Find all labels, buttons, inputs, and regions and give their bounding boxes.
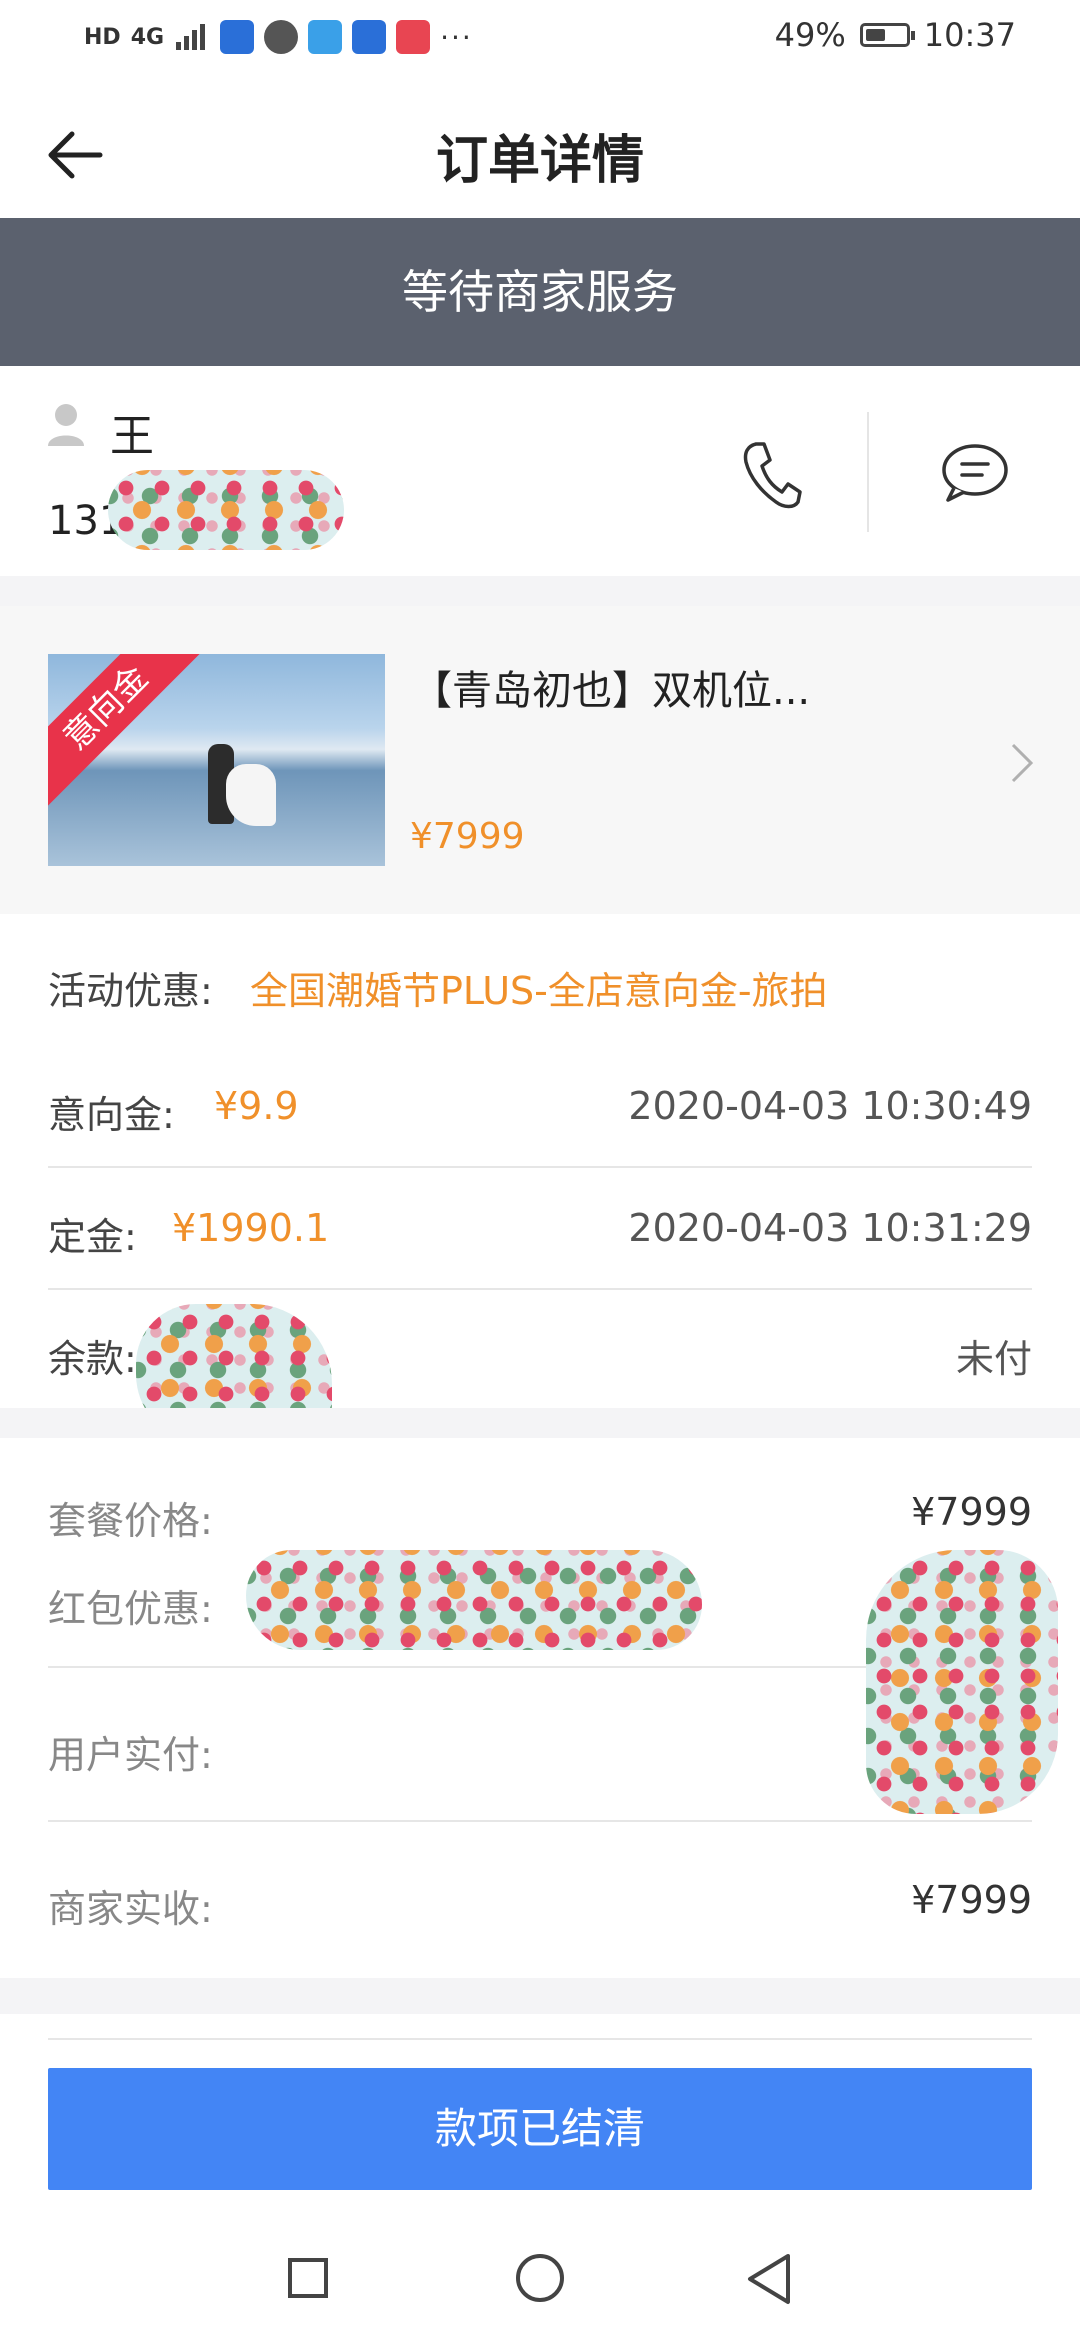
person-icon xyxy=(48,404,84,446)
red-packet-label: 红包优惠: xyxy=(48,1587,213,1631)
divider xyxy=(48,1288,1032,1290)
product-thumbnail: 意向金 xyxy=(48,654,385,866)
battery-icon xyxy=(859,23,915,47)
intent-deposit-time: 2020-04-03 10:30:49 xyxy=(628,1084,1032,1128)
intent-deposit-label: 意向金: xyxy=(48,1093,175,1137)
app-notification-icon xyxy=(352,20,387,54)
phone-icon[interactable] xyxy=(740,438,802,510)
hd-indicator: HD xyxy=(84,24,121,50)
system-nav-bar xyxy=(0,2220,1080,2340)
package-price-label: 套餐价格: xyxy=(48,1499,213,1543)
recent-apps-icon[interactable] xyxy=(288,2258,328,2298)
app-notification-icon xyxy=(308,20,343,54)
package-price-value: ¥7999 xyxy=(911,1490,1032,1534)
battery-level xyxy=(865,29,885,41)
redacted-red-packet xyxy=(246,1550,702,1650)
redacted-user-paid xyxy=(866,1550,1058,1814)
product-price: ¥7999 xyxy=(410,816,525,857)
section-gap xyxy=(0,576,1080,606)
status-right: 49% 10:37 xyxy=(775,16,1016,54)
product-card[interactable]: 意向金 【青岛初也】双机位... ¥7999 xyxy=(0,606,1080,914)
deposit-label: 定金: xyxy=(48,1215,137,1259)
bride-figure xyxy=(226,764,276,826)
clock: 10:37 xyxy=(923,16,1016,54)
balance-label: 余款: xyxy=(48,1337,137,1381)
back-icon[interactable] xyxy=(744,2252,794,2306)
chevron-right-icon xyxy=(1011,743,1034,783)
book-app-icon xyxy=(396,20,431,54)
deposit-time: 2020-04-03 10:31:29 xyxy=(628,1206,1032,1250)
price-summary: 套餐价格: ¥7999 红包优惠: 用户实付: 商家实收: ¥7999 xyxy=(0,1438,1080,1978)
battery-percent: 49% xyxy=(774,16,846,54)
order-status-banner: 等待商家服务 xyxy=(0,218,1080,366)
balance-status: 未付 xyxy=(955,1337,1032,1381)
payment-settled-button[interactable]: 款项已结清 xyxy=(48,2068,1032,2190)
network-indicator: 4G xyxy=(130,24,165,50)
promo-label: 活动优惠: xyxy=(48,969,213,1013)
divider xyxy=(48,2038,1032,2040)
redacted-phone xyxy=(108,470,344,550)
wechat-icon xyxy=(264,20,299,54)
section-gap xyxy=(0,1978,1080,2014)
status-left: HD 4G ··· xyxy=(84,20,473,54)
divider xyxy=(48,1166,1032,1168)
home-icon[interactable] xyxy=(516,2254,564,2302)
merchant-received-value: ¥7999 xyxy=(911,1878,1032,1922)
customer-contact: 王 131 xyxy=(0,366,1080,576)
contact-divider xyxy=(867,412,869,532)
user-paid-label: 用户实付: xyxy=(48,1733,213,1777)
section-gap xyxy=(0,1408,1080,1438)
customer-name: 王 xyxy=(110,411,154,462)
divider xyxy=(48,1820,1032,1822)
promo-value: 全国潮婚节PLUS-全店意向金-旅拍 xyxy=(250,969,828,1013)
payment-section: 活动优惠: 全国潮婚节PLUS-全店意向金-旅拍 意向金: ¥9.9 2020-… xyxy=(0,914,1080,1444)
app-notification-icon xyxy=(220,20,255,54)
chat-icon[interactable] xyxy=(940,442,1010,504)
page-title: 订单详情 xyxy=(435,131,644,191)
product-title: 【青岛初也】双机位... xyxy=(412,668,811,714)
signal-icon xyxy=(176,24,206,50)
merchant-received-label: 商家实收: xyxy=(48,1887,213,1931)
intent-deposit-amount: ¥9.9 xyxy=(214,1084,299,1128)
more-notifications: ··· xyxy=(440,20,473,54)
deposit-badge: 意向金 xyxy=(48,654,211,813)
deposit-amount: ¥1990.1 xyxy=(172,1206,330,1250)
nav-bar: 订单详情 xyxy=(0,80,1080,218)
status-bar: HD 4G ··· 49% 10:37 xyxy=(0,0,1080,80)
